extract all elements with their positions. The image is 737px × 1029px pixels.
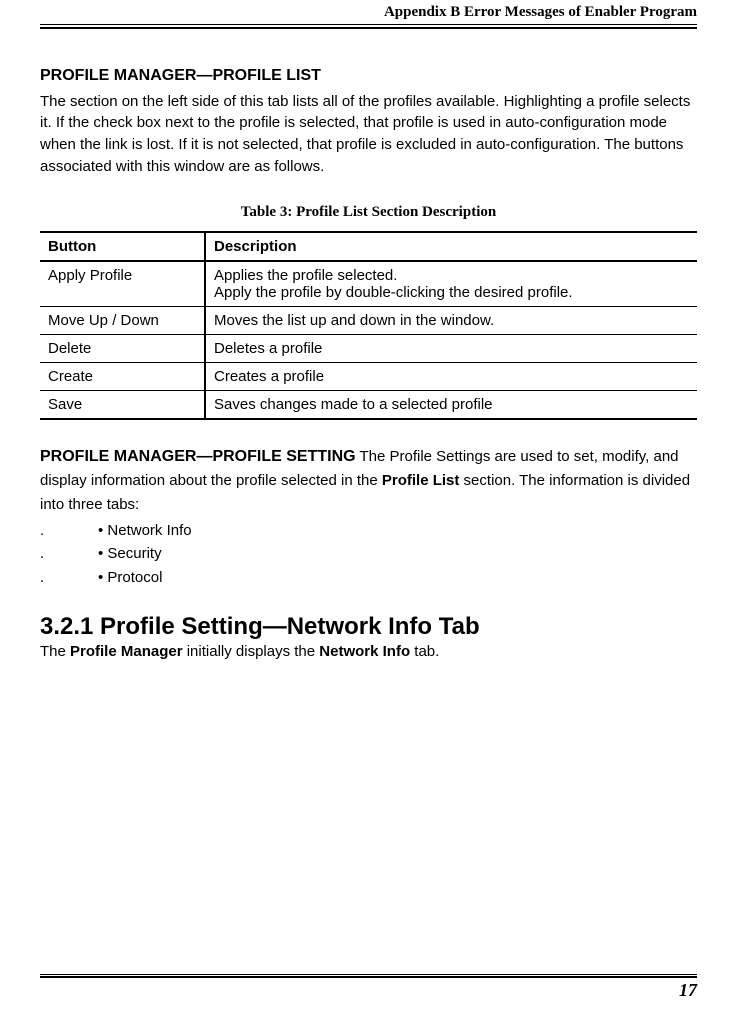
section2-paragraph: PROFILE MANAGER—PROFILE SETTING The Prof… bbox=[40, 444, 697, 589]
para3-bold-profile-manager: Profile Manager bbox=[70, 643, 183, 660]
footer-rule-thick bbox=[40, 976, 697, 978]
table-head-description: Description bbox=[205, 232, 697, 261]
content-area: PROFILE MANAGER—PROFILE LIST The section… bbox=[40, 29, 697, 663]
bullet-dot: . bbox=[40, 542, 52, 565]
cell-button: Apply Profile bbox=[40, 261, 205, 307]
footer-rule-thin bbox=[40, 974, 697, 975]
para3-text: The bbox=[40, 643, 70, 660]
header-rule-thin bbox=[40, 24, 697, 25]
para3-bold-network-info: Network Info bbox=[319, 643, 410, 660]
cell-description: Saves changes made to a selected profile bbox=[205, 390, 697, 419]
page-number: 17 bbox=[40, 980, 697, 1001]
para3: The Profile Manager initially displays t… bbox=[40, 641, 697, 663]
table-row: Apply Profile Applies the profile select… bbox=[40, 261, 697, 307]
profile-list-table: Button Description Apply Profile Applies… bbox=[40, 231, 697, 420]
section2-bullets: . • Network Info . • Security . • Protocol bbox=[40, 519, 697, 589]
section2-inline-heading: PROFILE MANAGER—PROFILE SETTING bbox=[40, 448, 356, 465]
cell-button: Delete bbox=[40, 334, 205, 362]
cell-button: Move Up / Down bbox=[40, 306, 205, 334]
bullet-text: • Protocol bbox=[98, 566, 162, 589]
section1-body: The section on the left side of this tab… bbox=[40, 91, 697, 178]
cell-button: Save bbox=[40, 390, 205, 419]
table-head-button: Button bbox=[40, 232, 205, 261]
bullet-text: • Network Info bbox=[98, 519, 192, 542]
bullet-dot: . bbox=[40, 566, 52, 589]
section1-heading: PROFILE MANAGER—PROFILE LIST bbox=[40, 67, 697, 85]
page-footer: 17 bbox=[40, 974, 697, 1002]
table-caption: Table 3: Profile List Section Descriptio… bbox=[40, 204, 697, 221]
bullet-text: • Security bbox=[98, 542, 162, 565]
cell-description: Applies the profile selected. Apply the … bbox=[205, 261, 697, 307]
para3-text: tab. bbox=[410, 643, 439, 660]
bullet-dot: . bbox=[40, 519, 52, 542]
cell-description: Deletes a profile bbox=[205, 334, 697, 362]
cell-description: Moves the list up and down in the window… bbox=[205, 306, 697, 334]
section2-bold-profile-list: Profile List bbox=[382, 472, 460, 489]
cell-description: Creates a profile bbox=[205, 362, 697, 390]
table-row: Create Creates a profile bbox=[40, 362, 697, 390]
cell-button: Create bbox=[40, 362, 205, 390]
table-row: Save Saves changes made to a selected pr… bbox=[40, 390, 697, 419]
table-row: Move Up / Down Moves the list up and dow… bbox=[40, 306, 697, 334]
cell-description-line: Apply the profile by double-clicking the… bbox=[214, 284, 573, 301]
h2-profile-setting-network-info: 3.2.1 Profile Setting—Network Info Tab bbox=[40, 613, 697, 641]
bullet-row: . • Protocol bbox=[40, 566, 697, 589]
bullet-row: . • Network Info bbox=[40, 519, 697, 542]
bullet-row: . • Security bbox=[40, 542, 697, 565]
running-header: Appendix B Error Messages of Enabler Pro… bbox=[40, 0, 697, 24]
table-header-row: Button Description bbox=[40, 232, 697, 261]
table-row: Delete Deletes a profile bbox=[40, 334, 697, 362]
cell-description-line: Applies the profile selected. bbox=[214, 267, 397, 284]
para3-text: initially displays the bbox=[183, 643, 320, 660]
